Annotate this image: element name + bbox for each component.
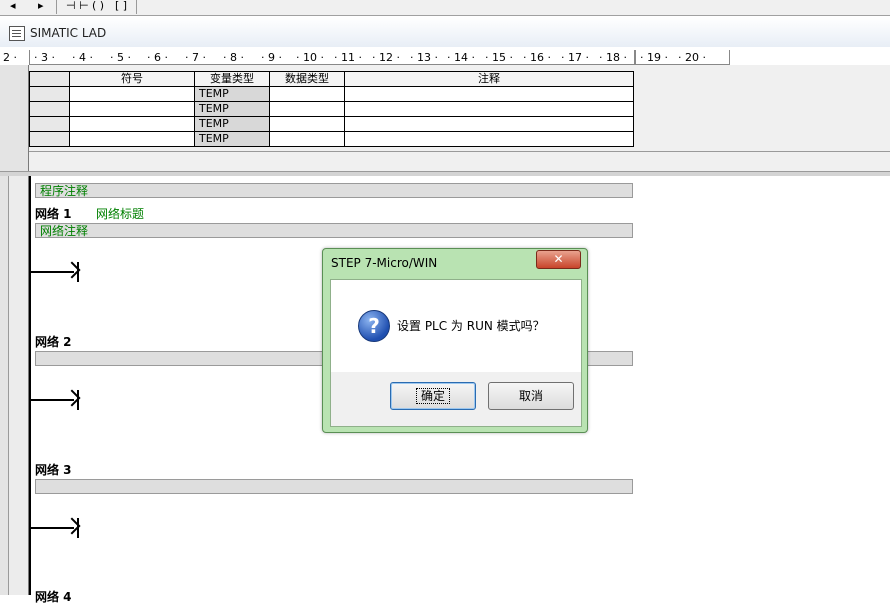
dialog-message: 设置 PLC 为 RUN 模式吗？ <box>397 319 545 333</box>
row-header[interactable] <box>29 131 70 147</box>
variable-table-panel: 符号 变量类型 数据类型 注释 TEMP TEMP TEMP TEMP <box>29 65 890 171</box>
symbol-cell[interactable] <box>69 101 195 117</box>
var-table-left-margin <box>8 65 29 171</box>
variable-table-header: 符号 变量类型 数据类型 注释 <box>29 71 634 87</box>
header-comment: 注释 <box>344 71 634 87</box>
variable-table: 符号 变量类型 数据类型 注释 TEMP TEMP TEMP TEMP <box>29 71 634 147</box>
symbol-cell[interactable] <box>69 131 195 147</box>
ruler-tick: · 15 · <box>485 51 513 64</box>
ladder-gutter <box>0 176 9 595</box>
row-header[interactable] <box>29 116 70 132</box>
ruler-tick: · 16 · <box>523 51 551 64</box>
network-2-label: 网络 2 <box>35 335 72 349</box>
dialog-title: STEP 7-Micro/WIN <box>331 256 438 270</box>
comment-cell[interactable] <box>344 131 634 147</box>
header-symbol: 符号 <box>69 71 195 87</box>
close-button[interactable]: ✕ <box>536 250 581 269</box>
data-type-cell[interactable] <box>269 101 345 117</box>
ruler-tick: · 20 · <box>678 51 706 64</box>
network-1-comment[interactable]: 网络注释 <box>35 223 633 238</box>
network-1-label: 网络 1 <box>35 207 72 221</box>
table-row[interactable]: TEMP <box>29 116 634 132</box>
network-3-label: 网络 3 <box>35 463 72 477</box>
ruler-tick: · 7 · <box>185 51 206 64</box>
coil-icon[interactable]: ( ) <box>92 0 104 13</box>
program-comment[interactable]: 程序注释 <box>35 183 633 198</box>
comment-cell[interactable] <box>344 116 634 132</box>
ruler-tick: · 19 · <box>640 51 668 64</box>
network-1-title[interactable]: 网络标题 <box>96 205 144 222</box>
network-1-rung[interactable] <box>30 261 81 282</box>
row-header[interactable] <box>29 101 70 117</box>
ruler-tick: · 10 · <box>296 51 324 64</box>
data-type-cell[interactable] <box>269 131 345 147</box>
var-type-cell[interactable]: TEMP <box>194 131 270 147</box>
table-row[interactable]: TEMP <box>29 101 634 117</box>
cancel-button[interactable]: 取消 <box>488 382 574 410</box>
ruler-tick: · 3 · <box>34 51 55 64</box>
ok-button[interactable]: 确定 <box>390 382 476 410</box>
data-type-cell[interactable] <box>269 86 345 102</box>
document-title-bar: SIMATIC LAD <box>0 17 890 47</box>
lad-editor-icon <box>9 26 25 41</box>
ladder-left-margin <box>9 176 29 595</box>
ruler-tick: · 12 · <box>372 51 400 64</box>
var-type-cell[interactable]: TEMP <box>194 101 270 117</box>
box-icon[interactable]: [ ] <box>115 0 127 13</box>
contact-icon[interactable]: ⊣ ⊢ <box>66 0 89 13</box>
ruler-tick: · 13 · <box>410 51 438 64</box>
ruler-tick: · 4 · <box>72 51 93 64</box>
ruler-tick: · 14 · <box>447 51 475 64</box>
data-type-cell[interactable] <box>269 116 345 132</box>
toolbar-separator <box>56 0 57 14</box>
ruler-tick: · 9 · <box>261 51 282 64</box>
ruler-tick: · 8 · <box>223 51 244 64</box>
symbol-cell[interactable] <box>69 116 195 132</box>
row-header-corner <box>29 71 70 87</box>
var-type-cell[interactable]: TEMP <box>194 116 270 132</box>
var-type-cell[interactable]: TEMP <box>194 86 270 102</box>
comment-cell[interactable] <box>344 86 634 102</box>
dialog-message-area: ? 设置 PLC 为 RUN 模式吗？ <box>331 280 581 372</box>
ruler-tick: · 11 · <box>334 51 362 64</box>
window-title: SIMATIC LAD <box>30 26 107 40</box>
network-2-rung[interactable] <box>30 389 81 410</box>
ruler-tick: · 5 · <box>110 51 131 64</box>
ruler-tick: · 6 · <box>147 51 168 64</box>
dialog-body: ? 设置 PLC 为 RUN 模式吗？ 确定 取消 <box>330 279 582 427</box>
confirm-dialog: STEP 7-Micro/WIN ✕ ? 设置 PLC 为 RUN 模式吗？ 确… <box>322 248 588 433</box>
toolbar: ◂ ▸ ⊣ ⊢ ( ) [ ] <box>0 0 890 16</box>
comment-cell[interactable] <box>344 101 634 117</box>
question-icon: ? <box>358 310 390 342</box>
ok-button-label: 确定 <box>415 388 450 404</box>
forward-arrow-icon[interactable]: ▸ <box>38 0 44 13</box>
close-icon: ✕ <box>553 252 564 266</box>
back-arrow-icon[interactable]: ◂ <box>10 0 16 13</box>
splitter-line <box>29 151 890 152</box>
network-4-label: 网络 4 <box>35 590 72 604</box>
network-3-rung[interactable] <box>30 517 81 538</box>
cancel-button-label: 取消 <box>518 389 543 403</box>
symbol-cell[interactable] <box>69 86 195 102</box>
table-row[interactable]: TEMP <box>29 131 634 147</box>
row-header[interactable] <box>29 86 70 102</box>
header-data-type: 数据类型 <box>269 71 345 87</box>
column-ruler: 2 · · 3 · · 4 · · 5 · · 6 · · 7 · · 8 · … <box>0 50 730 66</box>
ruler-tick: · 17 · <box>561 51 589 64</box>
ruler-lead: 2 · <box>3 51 17 64</box>
toolbar-separator <box>136 0 137 14</box>
header-var-type: 变量类型 <box>194 71 270 87</box>
ruler-tick: · 18 · <box>599 51 627 64</box>
table-row[interactable]: TEMP <box>29 86 634 102</box>
network-3-comment[interactable] <box>35 479 633 494</box>
